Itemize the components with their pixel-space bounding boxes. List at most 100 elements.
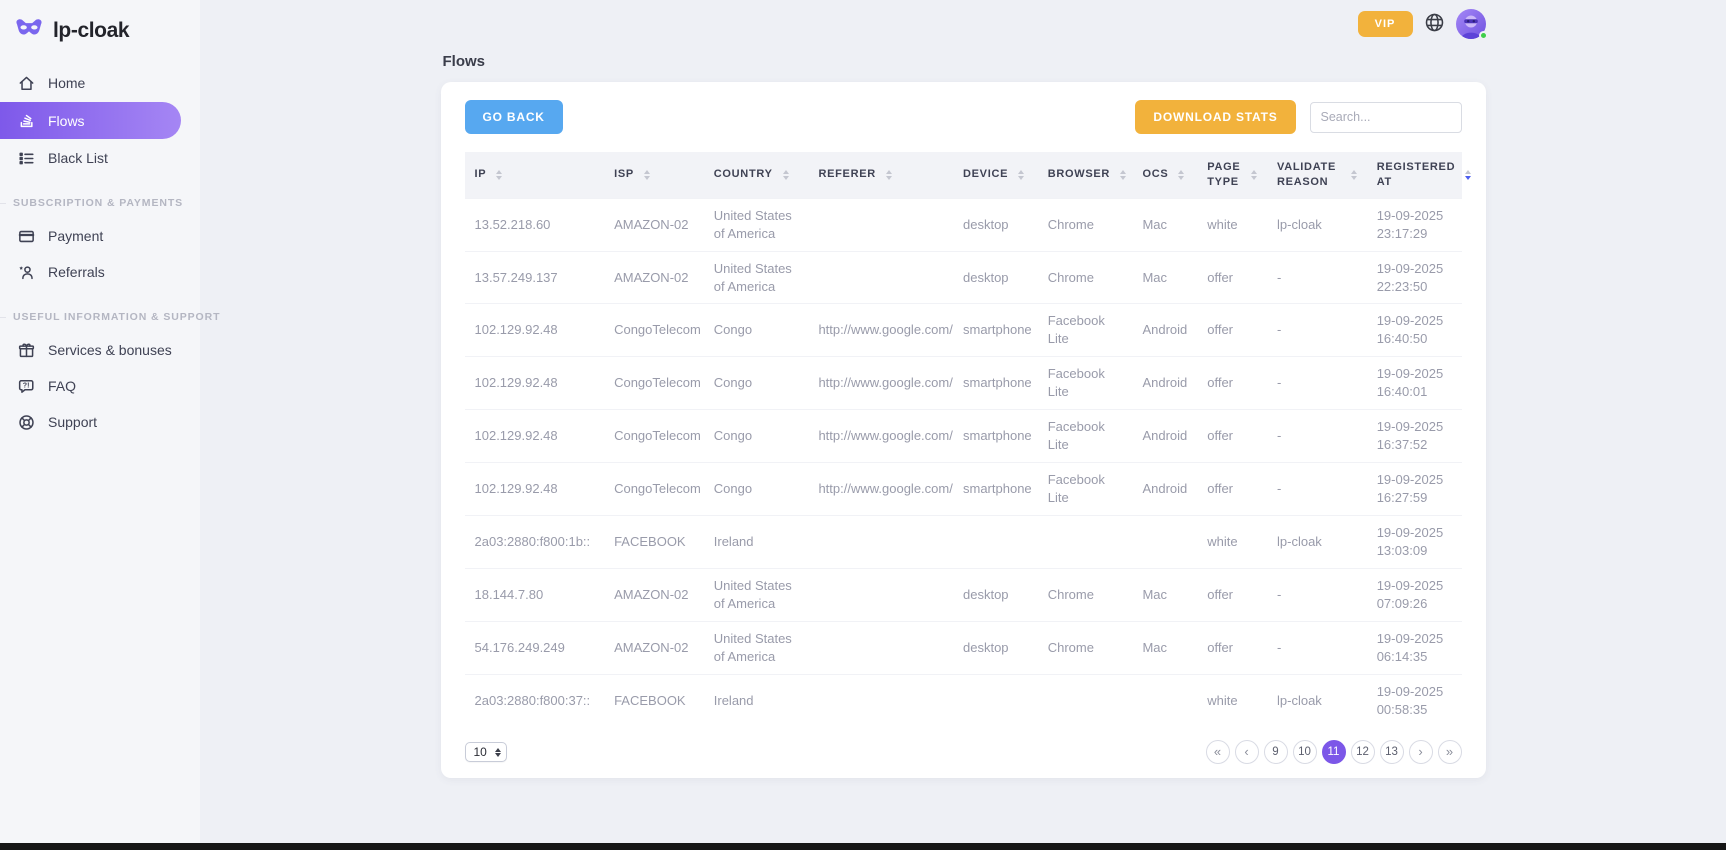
search-input[interactable] bbox=[1310, 102, 1462, 133]
column-header-validate_reason[interactable]: VALIDATE REASON bbox=[1267, 152, 1367, 198]
column-header-referer[interactable]: REFERER bbox=[808, 152, 953, 198]
column-header-isp[interactable]: ISP bbox=[604, 152, 704, 198]
cell-isp: FACEBOOK bbox=[604, 515, 704, 568]
cell-device bbox=[953, 515, 1038, 568]
cell-isp: AMAZON-02 bbox=[604, 251, 704, 304]
cell-page_type: offer bbox=[1197, 410, 1267, 463]
sort-icon[interactable] bbox=[1018, 170, 1024, 180]
table-row: 102.129.92.48CongoTelecomCongohttp://www… bbox=[465, 463, 1462, 516]
app-window: lp-cloak HomeFlowsBlack ListSUBSCRIPTION… bbox=[0, 0, 1726, 843]
cell-browser bbox=[1038, 674, 1133, 726]
mask-icon bbox=[14, 18, 44, 44]
sidebar-item-black-list[interactable]: Black List bbox=[0, 141, 200, 175]
sidebar-item-payment[interactable]: Payment bbox=[0, 219, 200, 253]
cell-ocs: Mac bbox=[1132, 251, 1197, 304]
column-header-ip[interactable]: IP bbox=[465, 152, 605, 198]
sort-icon[interactable] bbox=[1178, 170, 1184, 180]
cell-ocs: Android bbox=[1132, 357, 1197, 410]
svg-text:?!: ?! bbox=[23, 381, 30, 389]
cell-device: desktop bbox=[953, 621, 1038, 674]
sort-icon[interactable] bbox=[644, 170, 650, 180]
language-button[interactable] bbox=[1424, 12, 1445, 36]
cell-ocs: Android bbox=[1132, 304, 1197, 357]
cell-ip: 102.129.92.48 bbox=[465, 410, 605, 463]
first-page-button[interactable]: « bbox=[1206, 740, 1230, 764]
cell-registered_at: 19-09-2025 13:03:09 bbox=[1367, 515, 1462, 568]
column-label: IP bbox=[475, 167, 487, 182]
sort-icon[interactable] bbox=[783, 170, 789, 180]
cell-validate_reason: - bbox=[1267, 304, 1367, 357]
cell-isp: CongoTelecom bbox=[604, 304, 704, 357]
topbar: VIP bbox=[441, 0, 1486, 40]
page-size-select[interactable]: 10 bbox=[465, 742, 507, 762]
home-icon bbox=[17, 74, 36, 93]
prev-page-button[interactable]: ‹ bbox=[1235, 740, 1259, 764]
sidebar-item-flows[interactable]: Flows bbox=[0, 102, 181, 139]
page-button-10[interactable]: 10 bbox=[1293, 740, 1317, 764]
page-button-12[interactable]: 12 bbox=[1351, 740, 1375, 764]
column-header-ocs[interactable]: OCS bbox=[1132, 152, 1197, 198]
sidebar-item-support[interactable]: Support bbox=[0, 405, 200, 439]
flows-table: IP ISPCOUNTRYREFERER DEVICE BROWSEROCSPAGE … bbox=[465, 152, 1462, 726]
sort-icon[interactable] bbox=[886, 170, 892, 180]
cell-referer bbox=[808, 515, 953, 568]
cell-browser: Facebook Lite bbox=[1038, 304, 1133, 357]
bottom-bar bbox=[0, 843, 1726, 850]
cell-browser: Facebook Lite bbox=[1038, 463, 1133, 516]
cell-registered_at: 19-09-2025 22:23:50 bbox=[1367, 251, 1462, 304]
cell-browser: Facebook Lite bbox=[1038, 410, 1133, 463]
cell-referer bbox=[808, 674, 953, 726]
page-button-11[interactable]: 11 bbox=[1322, 740, 1346, 764]
column-header-registered_at[interactable]: REGISTERED AT bbox=[1367, 152, 1462, 198]
vip-button[interactable]: VIP bbox=[1358, 11, 1413, 37]
cell-referer: http://www.google.com/ bbox=[808, 463, 953, 516]
cell-ocs: Mac bbox=[1132, 621, 1197, 674]
cell-ip: 102.129.92.48 bbox=[465, 304, 605, 357]
cell-validate_reason: - bbox=[1267, 621, 1367, 674]
card-footer: 10 «‹910111213›» bbox=[465, 740, 1462, 764]
sidebar-item-services-bonuses[interactable]: Services & bonuses bbox=[0, 333, 200, 367]
table-row: 2a03:2880:f800:1b::FACEBOOKIrelandwhitel… bbox=[465, 515, 1462, 568]
cell-validate_reason: lp-cloak bbox=[1267, 515, 1367, 568]
brand[interactable]: lp-cloak bbox=[0, 10, 200, 64]
sort-icon[interactable] bbox=[1351, 170, 1357, 180]
cell-device bbox=[953, 674, 1038, 726]
page-button-13[interactable]: 13 bbox=[1380, 740, 1404, 764]
cell-country: Congo bbox=[704, 463, 809, 516]
cell-validate_reason: - bbox=[1267, 357, 1367, 410]
cell-country: Ireland bbox=[704, 674, 809, 726]
sidebar-item-faq[interactable]: ?!FAQ bbox=[0, 369, 200, 403]
sidebar: lp-cloak HomeFlowsBlack ListSUBSCRIPTION… bbox=[0, 0, 200, 843]
cell-isp: AMAZON-02 bbox=[604, 198, 704, 251]
cell-validate_reason: lp-cloak bbox=[1267, 198, 1367, 251]
column-header-country[interactable]: COUNTRY bbox=[704, 152, 809, 198]
cell-registered_at: 19-09-2025 16:27:59 bbox=[1367, 463, 1462, 516]
black-list-icon bbox=[17, 149, 36, 168]
sort-icon[interactable] bbox=[1465, 170, 1471, 180]
cell-ocs: Mac bbox=[1132, 198, 1197, 251]
card-toolbar: GO BACK DOWNLOAD STATS bbox=[465, 100, 1462, 134]
cell-isp: AMAZON-02 bbox=[604, 621, 704, 674]
page-button-9[interactable]: 9 bbox=[1264, 740, 1288, 764]
cell-registered_at: 19-09-2025 16:40:01 bbox=[1367, 357, 1462, 410]
online-status-dot bbox=[1479, 31, 1488, 40]
sort-icon[interactable] bbox=[1251, 170, 1257, 180]
cell-validate_reason: - bbox=[1267, 410, 1367, 463]
sort-icon[interactable] bbox=[1120, 170, 1126, 180]
last-page-button[interactable]: » bbox=[1438, 740, 1462, 764]
next-page-button[interactable]: › bbox=[1409, 740, 1433, 764]
cell-browser: Chrome bbox=[1038, 251, 1133, 304]
faq-icon: ?! bbox=[17, 377, 36, 396]
download-stats-button[interactable]: DOWNLOAD STATS bbox=[1135, 100, 1295, 134]
cell-page_type: offer bbox=[1197, 463, 1267, 516]
sort-icon[interactable] bbox=[496, 170, 502, 180]
column-label: DEVICE bbox=[963, 167, 1008, 182]
column-header-page_type[interactable]: PAGE TYPE bbox=[1197, 152, 1267, 198]
avatar[interactable] bbox=[1456, 9, 1486, 39]
column-header-browser[interactable]: BROWSER bbox=[1038, 152, 1133, 198]
go-back-button[interactable]: GO BACK bbox=[465, 100, 563, 134]
sidebar-item-referrals[interactable]: Referrals bbox=[0, 255, 200, 289]
column-header-device[interactable]: DEVICE bbox=[953, 152, 1038, 198]
cell-ip: 102.129.92.48 bbox=[465, 357, 605, 410]
sidebar-item-home[interactable]: Home bbox=[0, 66, 200, 100]
